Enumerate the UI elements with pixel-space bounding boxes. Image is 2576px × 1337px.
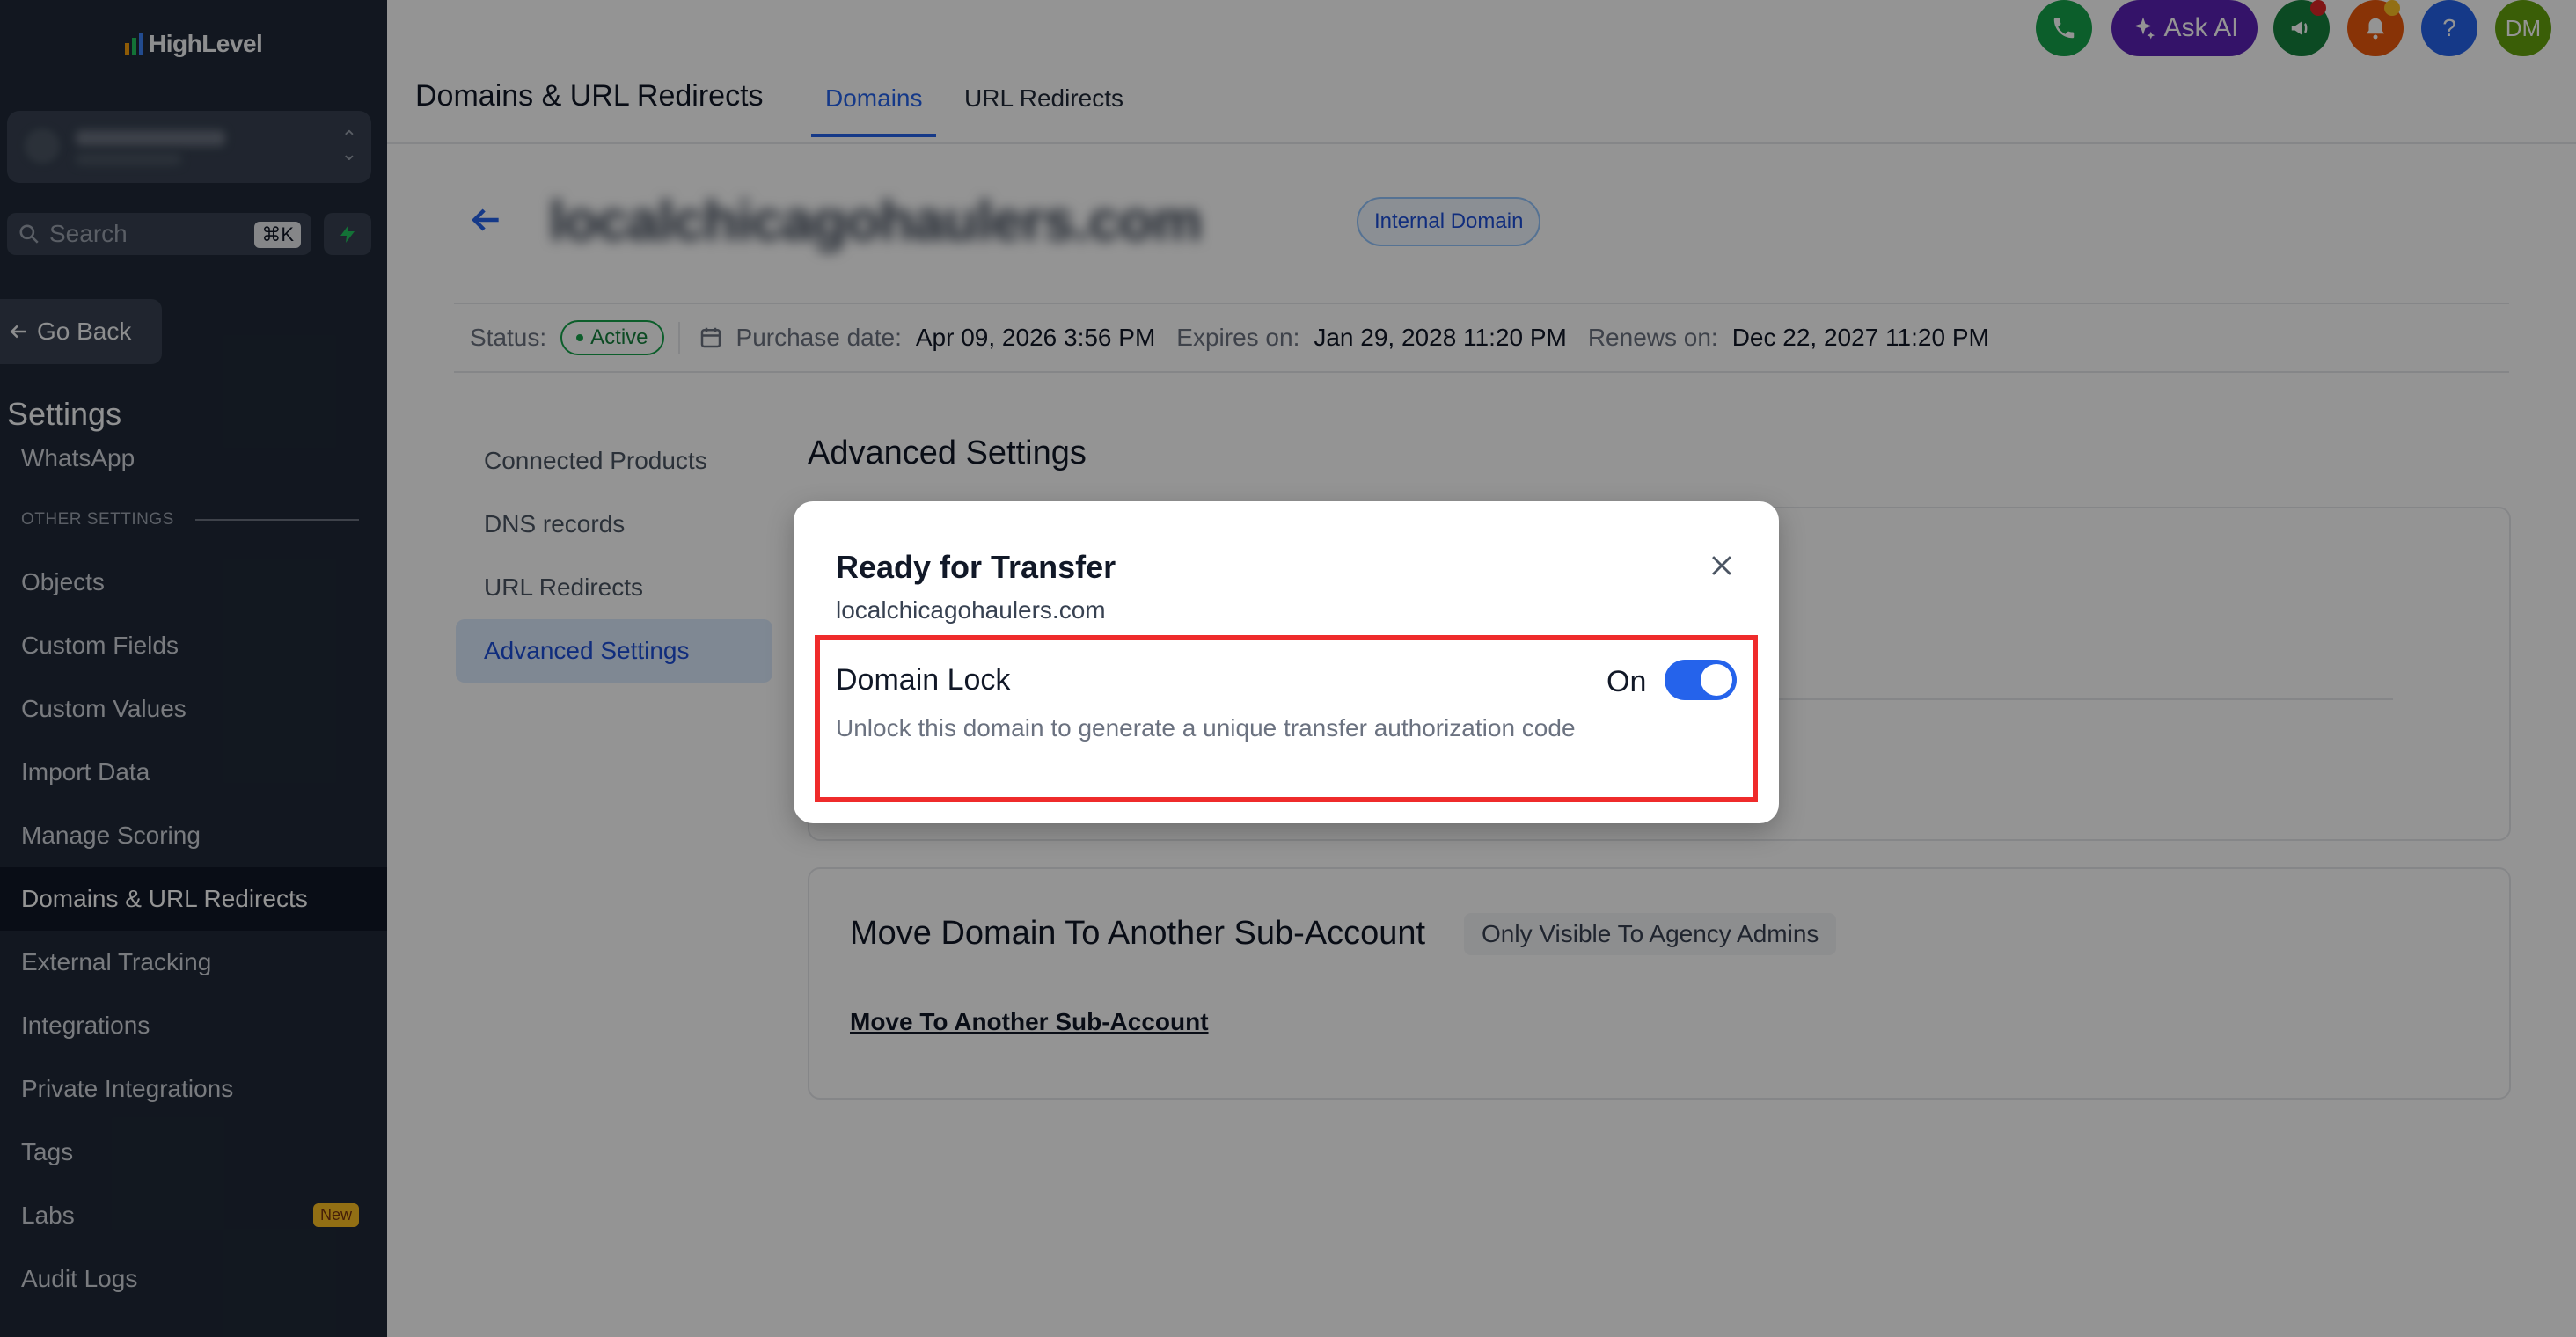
domain-lock-title: Domain Lock	[836, 663, 1011, 697]
domain-lock-description: Unlock this domain to generate a unique …	[836, 714, 1576, 742]
close-button[interactable]	[1707, 551, 1737, 585]
close-icon	[1712, 556, 1731, 575]
domain-lock-state: On	[1606, 665, 1647, 698]
ready-for-transfer-modal: Ready for Transfer localchicagohaulers.c…	[794, 501, 1779, 823]
toggle-knob	[1701, 664, 1732, 696]
modal-domain: localchicagohaulers.com	[836, 596, 1106, 624]
modal-title: Ready for Transfer	[836, 549, 1116, 585]
domain-lock-toggle[interactable]	[1665, 660, 1737, 700]
